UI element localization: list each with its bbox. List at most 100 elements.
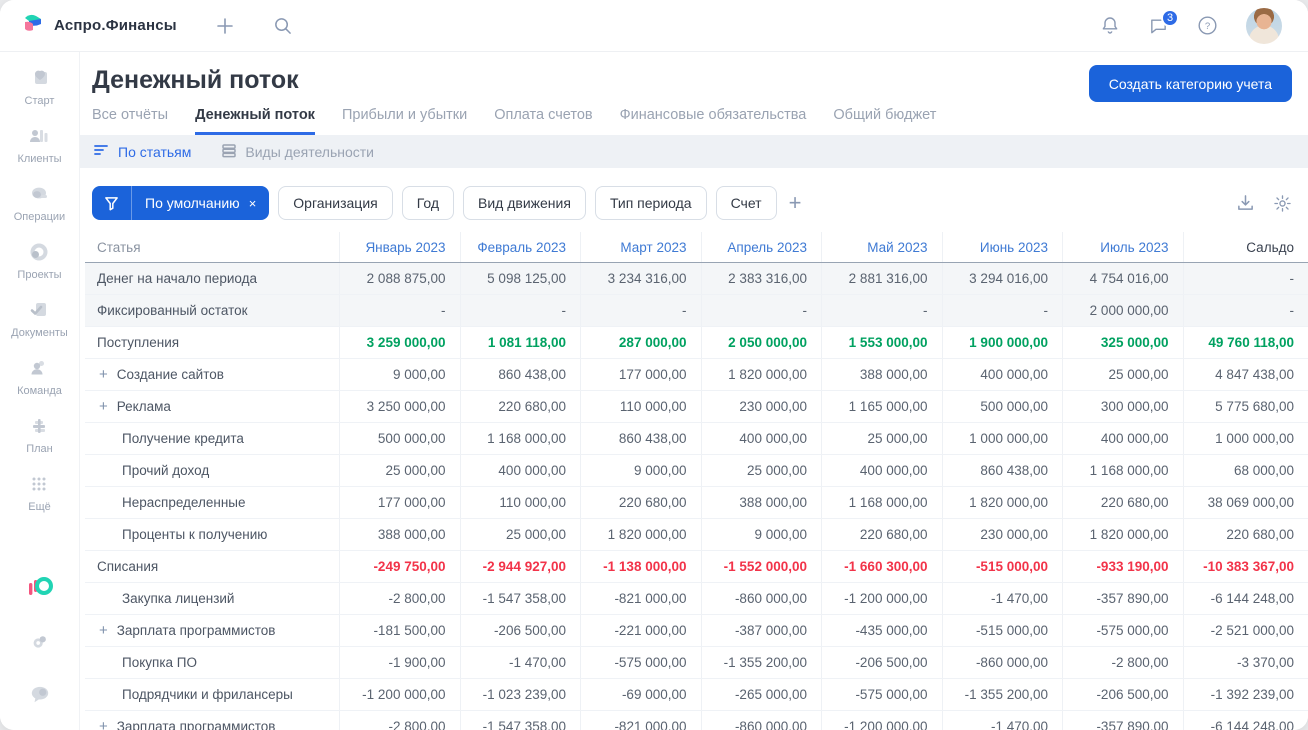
row-value-cell: -1 355 200,00 bbox=[702, 647, 822, 678]
row-value-cell: -357 890,00 bbox=[1063, 711, 1184, 730]
tab-report-5[interactable]: Общий бюджет bbox=[833, 107, 936, 135]
table-row[interactable]: Нераспределенные 177 000,00 110 000,00 220 … bbox=[85, 487, 1308, 519]
notifications-bell-icon[interactable] bbox=[1100, 15, 1120, 36]
row-article-cell[interactable]: Фиксированный остаток bbox=[85, 295, 340, 326]
row-article-cell[interactable]: Прочий доход bbox=[85, 455, 340, 486]
table-row[interactable]: + Зарплата программистов -181 500,00 -206 5… bbox=[85, 615, 1308, 647]
brand[interactable]: Аспро.Финансы bbox=[0, 12, 177, 39]
table-row[interactable]: Подрядчики и фрилансеры -1 200 000,00 -1 0… bbox=[85, 679, 1308, 711]
user-avatar[interactable] bbox=[1246, 7, 1282, 44]
row-value-cell: 4 754 016,00 bbox=[1063, 263, 1184, 294]
create-category-button[interactable]: Создать категорию учета bbox=[1088, 65, 1292, 102]
row-article-cell[interactable]: Проценты к получению bbox=[85, 519, 340, 550]
sidebar-item-projects[interactable]: Проекты bbox=[11, 240, 68, 281]
row-article-cell[interactable]: + Зарплата программистов bbox=[85, 615, 340, 646]
row-value-cell: 2 383 316,00 bbox=[702, 263, 822, 294]
row-article-cell[interactable]: Денег на начало периода bbox=[85, 263, 340, 294]
row-value-cell: -1 200 000,00 bbox=[340, 679, 461, 710]
filter-chip-2[interactable]: Вид движения bbox=[463, 186, 586, 220]
table-row[interactable]: Фиксированный остаток - - - - - -2 000 000,00- bbox=[85, 295, 1308, 327]
row-value-cell: -1 547 358,00 bbox=[461, 583, 581, 614]
tab-report-0[interactable]: Все отчёты bbox=[92, 107, 168, 135]
sidebar-item-team[interactable]: Команда bbox=[11, 356, 68, 397]
row-value-cell: 400 000,00 bbox=[461, 455, 581, 486]
aspro-logo-small-icon[interactable] bbox=[27, 577, 53, 606]
filter-chip-4[interactable]: Счет bbox=[715, 186, 777, 220]
row-article-cell[interactable]: Списания bbox=[85, 551, 340, 582]
row-saldo-cell: - bbox=[1289, 303, 1295, 318]
filter-chip-1[interactable]: Год bbox=[401, 186, 455, 220]
row-article-cell[interactable]: + Реклама bbox=[85, 391, 340, 422]
row-article-cell[interactable]: Закупка лицензий bbox=[85, 583, 340, 614]
sidebar-item-clients[interactable]: Клиенты bbox=[11, 124, 68, 165]
table-row[interactable]: Денег на начало периода 2 088 875,00 5 098… bbox=[85, 263, 1308, 295]
plan-icon bbox=[27, 414, 51, 438]
filter-chip-3[interactable]: Тип периода bbox=[594, 186, 707, 220]
table-row[interactable]: Покупка ПО -1 900,00 -1 470,00 -575 000,00-… bbox=[85, 647, 1308, 679]
row-value-cell: 3 234 316,00 bbox=[581, 263, 702, 294]
column-header-month[interactable]: Июль 2023 bbox=[1063, 232, 1184, 262]
sidebar-item-more[interactable]: Ещё bbox=[11, 472, 68, 513]
settings-gear-icon[interactable] bbox=[29, 632, 51, 659]
filter-chip-0[interactable]: Организация bbox=[278, 186, 393, 220]
table-row[interactable]: + Создание сайтов 9 000,00 860 438,00 177 00… bbox=[85, 359, 1308, 391]
row-value-cell: 400 000,00 bbox=[702, 423, 822, 454]
messages-icon[interactable]: 3 bbox=[1148, 8, 1179, 36]
row-article-cell[interactable]: Поступления bbox=[85, 327, 340, 358]
row-value-cell: - bbox=[581, 295, 702, 326]
add-filter-icon[interactable]: + bbox=[789, 192, 802, 214]
clients-icon bbox=[27, 124, 51, 148]
column-header-month[interactable]: Май 2023 bbox=[822, 232, 943, 262]
expand-plus-icon[interactable]: + bbox=[99, 398, 108, 415]
add-icon[interactable] bbox=[215, 16, 235, 36]
table-settings-gear-icon[interactable] bbox=[1273, 194, 1292, 213]
row-article-cell[interactable]: + Создание сайтов bbox=[85, 359, 340, 390]
tab-report-4[interactable]: Финансовые обязательства bbox=[620, 107, 807, 135]
expand-plus-icon[interactable]: + bbox=[99, 366, 108, 383]
table-row[interactable]: Прочий доход 25 000,00 400 000,00 9 000,00 2… bbox=[85, 455, 1308, 487]
expand-plus-icon[interactable]: + bbox=[99, 718, 108, 730]
row-article-cell[interactable]: + Зарплата программистов bbox=[85, 711, 340, 730]
column-header-month[interactable]: Март 2023 bbox=[581, 232, 702, 262]
sidebar-item-plan[interactable]: План bbox=[11, 414, 68, 455]
table-row[interactable]: Проценты к получению 388 000,00 25 000,00 1… bbox=[85, 519, 1308, 551]
tab-cash-flow[interactable]: Денежный поток bbox=[195, 107, 315, 135]
row-saldo-cell: 49 760 118,00 bbox=[1208, 335, 1294, 350]
sidebar-item-start[interactable]: Старт bbox=[11, 66, 68, 107]
row-value-cell: -515 000,00 bbox=[943, 551, 1063, 582]
row-article-label: Покупка ПО bbox=[122, 655, 197, 670]
table-row[interactable]: Закупка лицензий -2 800,00 -1 547 358,00 -8… bbox=[85, 583, 1308, 615]
default-filter-button[interactable]: По умолчанию × bbox=[92, 186, 270, 220]
column-header-month[interactable]: Февраль 2023 bbox=[461, 232, 581, 262]
sidebar-item-label: Документы bbox=[11, 327, 68, 339]
row-value-cell: -1 470,00 bbox=[943, 711, 1063, 730]
search-icon[interactable] bbox=[273, 16, 292, 35]
row-saldo-cell: 5 775 680,00 bbox=[1215, 399, 1294, 414]
table-row[interactable]: Списания -249 750,00 -2 944 927,00 -1 138 0… bbox=[85, 551, 1308, 583]
subtab-by-articles[interactable]: По статьям bbox=[93, 143, 191, 160]
row-value-cell: - bbox=[943, 295, 1063, 326]
expand-plus-icon[interactable]: + bbox=[99, 622, 108, 639]
column-header-month[interactable]: Июнь 2023 bbox=[943, 232, 1063, 262]
sidebar-item-operations[interactable]: Операции bbox=[11, 182, 68, 223]
row-article-cell[interactable]: Покупка ПО bbox=[85, 647, 340, 678]
help-icon[interactable]: ? bbox=[1197, 15, 1218, 36]
table-row[interactable]: Поступления 3 259 000,00 1 081 118,00 287 0… bbox=[85, 327, 1308, 359]
row-value-cell: 388 000,00 bbox=[340, 519, 461, 550]
support-chat-icon[interactable] bbox=[29, 685, 51, 710]
sidebar-item-documents[interactable]: Документы bbox=[11, 298, 68, 339]
column-header-month[interactable]: Январь 2023 bbox=[340, 232, 461, 262]
table-row[interactable]: + Реклама 3 250 000,00 220 680,00 110 000,00… bbox=[85, 391, 1308, 423]
table-row[interactable]: + Зарплата программистов -2 800,00 -1 547 3… bbox=[85, 711, 1308, 730]
subtab-activity-types[interactable]: Виды деятельности bbox=[221, 143, 374, 161]
clear-filter-icon[interactable]: × bbox=[249, 196, 257, 211]
table-row[interactable]: Получение кредита 500 000,00 1 168 000,00 8… bbox=[85, 423, 1308, 455]
row-article-cell[interactable]: Подрядчики и фрилансеры bbox=[85, 679, 340, 710]
row-value-cell: 220 680,00 bbox=[461, 391, 581, 422]
column-header-month[interactable]: Апрель 2023 bbox=[702, 232, 822, 262]
row-article-cell[interactable]: Получение кредита bbox=[85, 423, 340, 454]
tab-report-3[interactable]: Оплата счетов bbox=[494, 107, 592, 135]
download-icon[interactable] bbox=[1236, 194, 1255, 212]
row-article-cell[interactable]: Нераспределенные bbox=[85, 487, 340, 518]
tab-report-2[interactable]: Прибыли и убытки bbox=[342, 107, 467, 135]
